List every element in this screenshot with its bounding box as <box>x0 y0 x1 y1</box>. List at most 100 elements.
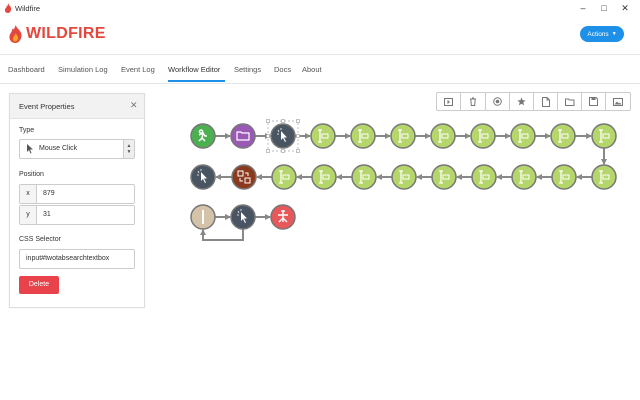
node-circle <box>591 123 617 149</box>
resize-handle[interactable] <box>266 134 270 138</box>
actions-dropdown-button[interactable]: Actions ▼ <box>580 26 624 42</box>
workflow-node-wait[interactable] <box>190 204 216 230</box>
change-tab-icon <box>237 170 251 184</box>
workflow-node-input[interactable] <box>591 164 617 190</box>
workflow-node-input[interactable] <box>550 123 576 149</box>
resize-handle[interactable] <box>296 149 300 153</box>
x-value: 879 <box>43 190 55 197</box>
css-selector-value: input#twotabsearchtextbox <box>26 255 110 262</box>
workflow-node-input[interactable] <box>591 123 617 149</box>
nav-docs[interactable]: Docs <box>274 65 291 74</box>
node-circle <box>350 123 376 149</box>
running-person-icon <box>198 129 207 142</box>
resize-handle[interactable] <box>281 149 285 153</box>
screenshot-button[interactable] <box>606 93 630 110</box>
workflow-node-input[interactable] <box>351 164 377 190</box>
node-circle <box>270 123 296 149</box>
record-button[interactable] <box>486 93 510 110</box>
delete-button[interactable]: Delete <box>19 276 59 294</box>
workflow-node-click[interactable] <box>230 204 256 230</box>
workflow-node-open[interactable] <box>230 123 256 149</box>
panel-title: Event Properties <box>19 102 75 111</box>
workflow-node-click[interactable] <box>190 164 216 190</box>
workflow-node-tabs[interactable] <box>231 164 257 190</box>
css-selector-input[interactable]: input#twotabsearchtextbox <box>19 249 135 269</box>
workflow-node-input[interactable] <box>511 164 537 190</box>
workflow-node-input[interactable] <box>391 164 417 190</box>
window-title: Wildfire <box>15 4 41 13</box>
workflow-node-input[interactable] <box>390 123 416 149</box>
workflow-node-start[interactable] <box>190 123 216 149</box>
workflow-node-input[interactable] <box>510 123 536 149</box>
close-window-button[interactable]: ✕ <box>615 1 635 15</box>
text-input-icon <box>358 129 369 143</box>
nav-workflow-editor[interactable]: Workflow Editor <box>168 65 220 74</box>
trash-icon <box>470 97 476 106</box>
resize-handle[interactable] <box>296 119 300 123</box>
image-icon <box>613 97 623 106</box>
nav-settings[interactable]: Settings <box>234 65 261 74</box>
resize-handle[interactable] <box>266 119 270 123</box>
play-button[interactable] <box>437 93 461 110</box>
text-input-icon <box>359 170 370 184</box>
new-file-button[interactable] <box>534 93 558 110</box>
active-tab-indicator <box>168 80 225 82</box>
trash-button[interactable] <box>461 93 485 110</box>
node-circle <box>591 164 617 190</box>
window-titlebar: Wildfire – □ ✕ <box>0 0 640 16</box>
text-input-icon <box>478 129 489 143</box>
resize-handle[interactable] <box>266 149 270 153</box>
nav-dashboard[interactable]: Dashboard <box>8 65 45 74</box>
text-input-icon <box>599 170 610 184</box>
close-icon[interactable]: ✕ <box>130 100 138 111</box>
node-circle <box>431 164 457 190</box>
mouse-click-icon <box>277 128 287 142</box>
workflow-node-input[interactable] <box>551 164 577 190</box>
workflow-node-input[interactable] <box>431 164 457 190</box>
workflow-node-input[interactable] <box>471 164 497 190</box>
workflow-node-input[interactable] <box>310 123 336 149</box>
logo-text: WILDFIRE <box>26 25 106 42</box>
text-input-icon <box>318 129 329 143</box>
node-circle <box>391 164 417 190</box>
maximize-button[interactable]: □ <box>594 1 614 15</box>
workflow-node-end[interactable] <box>270 204 296 230</box>
workflow-node-click[interactable] <box>266 119 300 153</box>
folder-icon <box>236 131 250 141</box>
toolbar-group-file <box>485 92 631 111</box>
nav-about[interactable]: About <box>302 65 322 74</box>
node-circle <box>351 164 377 190</box>
y-key: y <box>20 206 37 224</box>
event-type-select[interactable]: Mouse Click ▲ ▼ <box>19 139 135 159</box>
app-header: WILDFIRE Actions ▼ <box>0 16 640 55</box>
minimize-button[interactable]: – <box>573 1 593 15</box>
save-button[interactable] <box>582 93 606 110</box>
node-circle <box>231 164 257 190</box>
open-folder-button[interactable] <box>558 93 582 110</box>
flame-icon <box>9 25 22 43</box>
type-label: Type <box>19 127 35 134</box>
node-circle <box>270 204 296 230</box>
position-x-field[interactable]: x 879 <box>19 184 135 204</box>
resize-handle[interactable] <box>281 119 285 123</box>
caret-down-icon: ▼ <box>611 31 617 37</box>
workflow-node-input[interactable] <box>271 164 297 190</box>
resize-handle[interactable] <box>296 134 300 138</box>
node-circle <box>310 123 336 149</box>
position-y-field[interactable]: y 31 <box>19 205 135 225</box>
workflow-node-input[interactable] <box>430 123 456 149</box>
position-label: Position <box>19 171 44 178</box>
node-circle <box>190 123 216 149</box>
event-properties-panel: Event Properties ✕ Type Mouse Click ▲ ▼ P… <box>9 93 145 308</box>
workflow-node-input[interactable] <box>311 164 337 190</box>
app-logo: WILDFIRE <box>8 25 106 43</box>
text-input-icon <box>438 129 449 143</box>
select-arrows-icon: ▲ ▼ <box>123 140 134 158</box>
text-input-icon <box>399 170 410 184</box>
favorite-button[interactable] <box>510 93 534 110</box>
workflow-node-input[interactable] <box>470 123 496 149</box>
text-input-icon <box>479 170 490 184</box>
nav-simulation-log[interactable]: Simulation Log <box>58 65 108 74</box>
workflow-node-input[interactable] <box>350 123 376 149</box>
nav-event-log[interactable]: Event Log <box>121 65 155 74</box>
